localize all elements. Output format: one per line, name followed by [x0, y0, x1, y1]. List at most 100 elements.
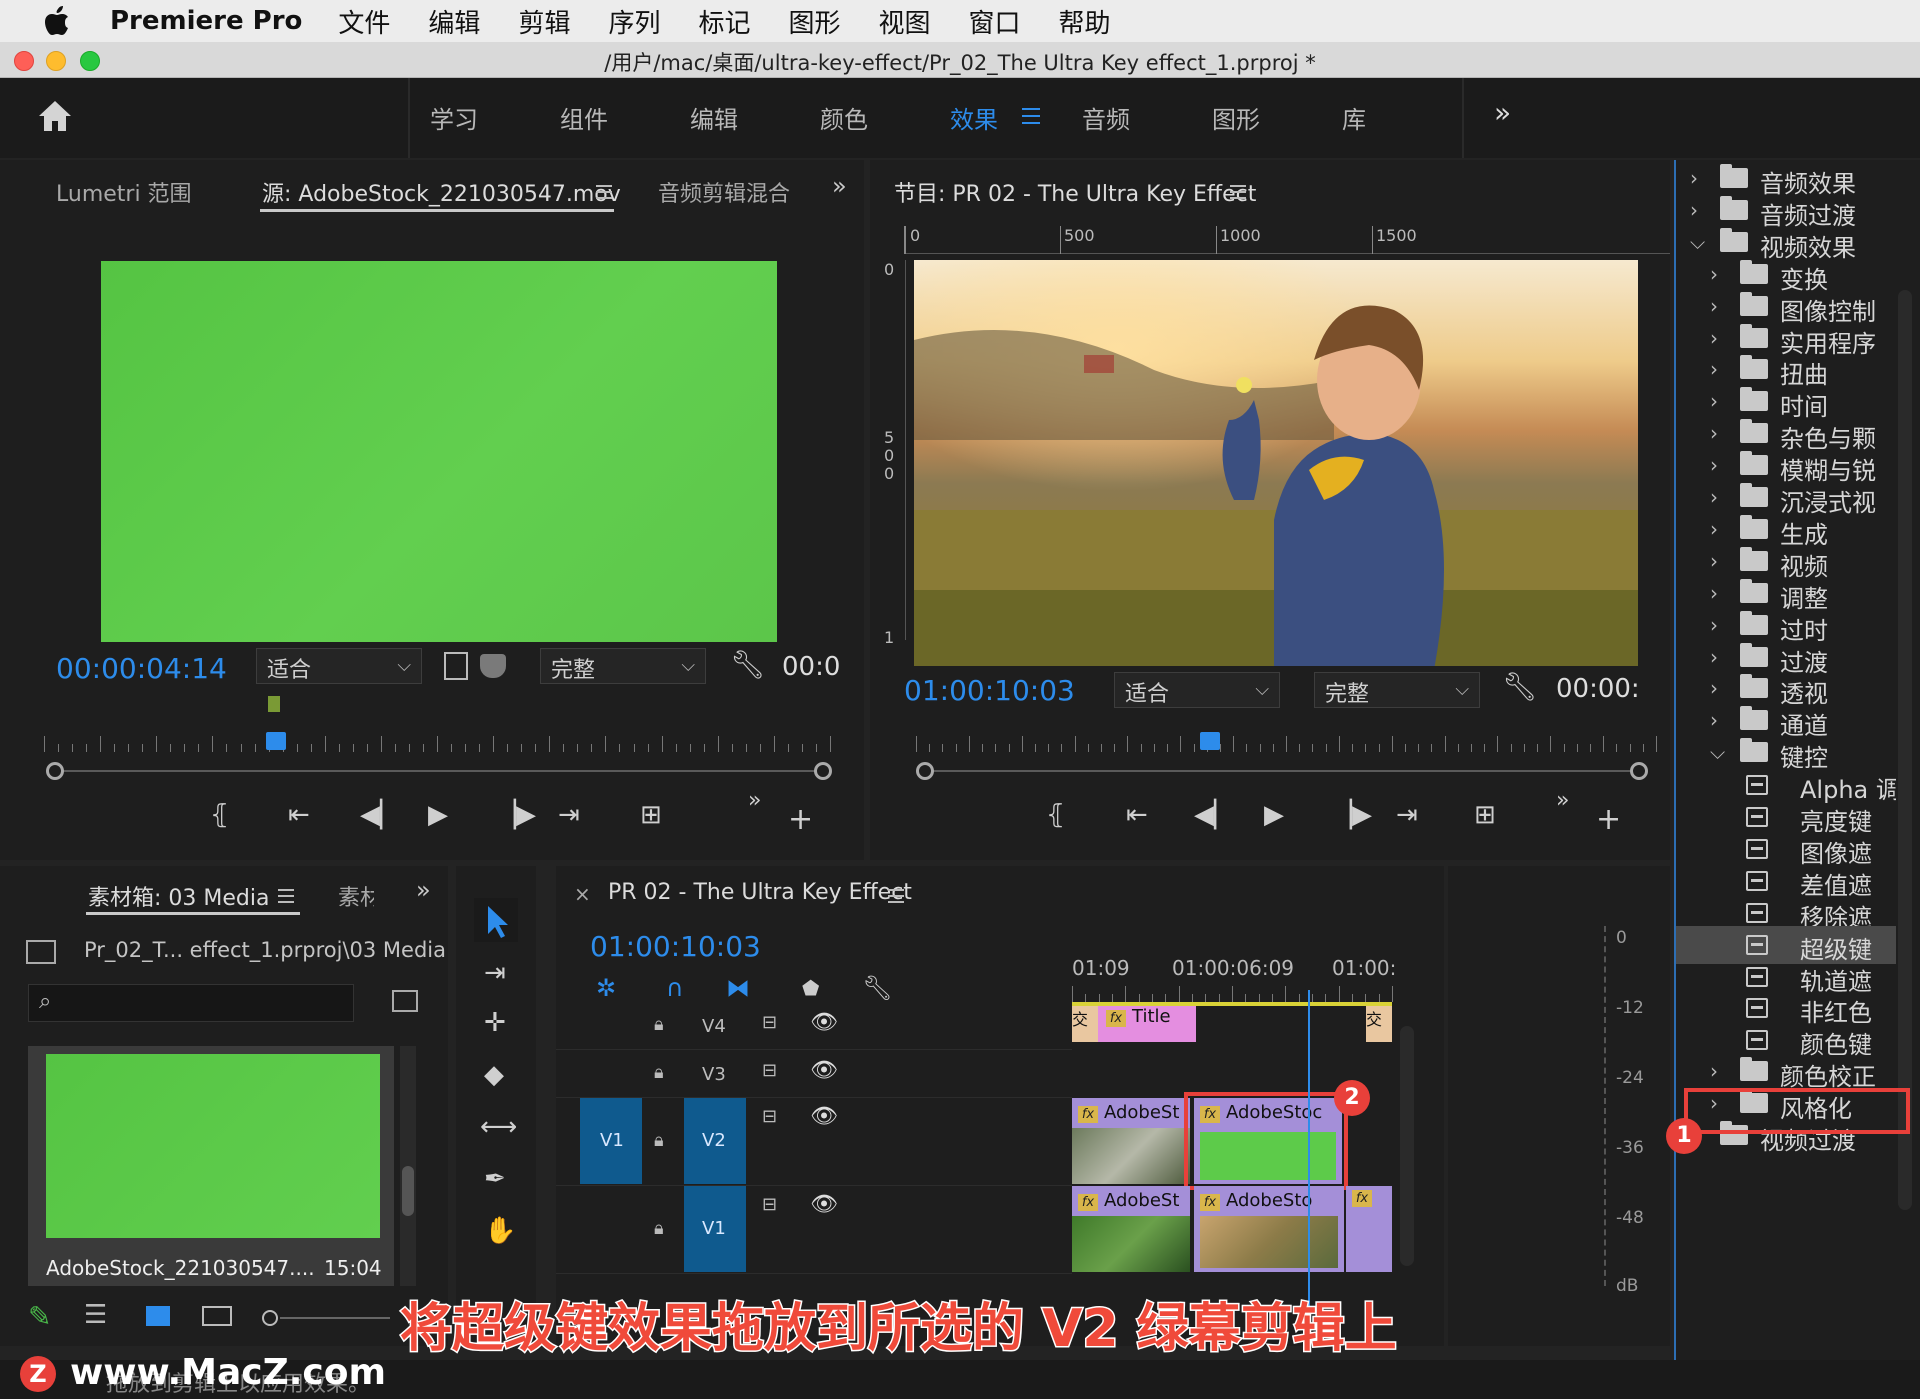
list-view-icon[interactable]: ☰	[84, 1300, 107, 1330]
bin-up-icon[interactable]	[26, 940, 56, 964]
play-icon[interactable]: ▶	[1264, 800, 1284, 830]
chevron-right-icon[interactable]: ›	[1710, 708, 1718, 732]
zoom-handle-left[interactable]	[46, 762, 64, 780]
workspace-menu-icon[interactable]	[1022, 108, 1040, 128]
track-select-tool-icon[interactable]: ⇥	[484, 958, 506, 988]
media-thumbnail-card[interactable]: AdobeStock_221030547.... 15:04	[28, 1046, 394, 1286]
chevron-down-icon[interactable]: ⌵	[1710, 740, 1725, 764]
chevron-right-icon[interactable]: ›	[1690, 198, 1698, 222]
v2-clip-a[interactable]: fx AdobeSt	[1072, 1098, 1190, 1184]
timeline-ruler[interactable]	[1072, 986, 1393, 1002]
app-name-menu[interactable]: Premiere Pro	[110, 6, 302, 36]
pen-tool-icon[interactable]: ✒	[484, 1164, 506, 1194]
new-search-bin-icon[interactable]	[392, 990, 418, 1012]
wrench-icon[interactable]: 🔧︎	[730, 648, 766, 681]
menu-file[interactable]: 文件	[338, 3, 390, 40]
step-forward-icon[interactable]: ▕▶	[1332, 800, 1372, 830]
nest-sequence-icon[interactable]: ✲	[596, 974, 616, 1002]
menu-sequence[interactable]: 序列	[608, 3, 660, 40]
hand-tool-icon[interactable]: ✋	[484, 1216, 516, 1246]
chevron-right-icon[interactable]: ›	[1710, 294, 1718, 318]
source-time-ruler[interactable]	[44, 736, 831, 756]
menu-markers[interactable]: 标记	[698, 3, 750, 40]
go-to-in-icon[interactable]: ⇤	[1126, 800, 1148, 830]
razor-tool-icon[interactable]: ◆	[484, 1060, 504, 1090]
workspace-assembly[interactable]: 组件	[560, 100, 608, 135]
timeline-vertical-scrollbar[interactable]	[1400, 1026, 1414, 1266]
workspace-learn[interactable]: 学习	[430, 100, 478, 135]
program-playhead[interactable]	[1199, 732, 1220, 750]
home-icon[interactable]	[36, 98, 74, 138]
transition-clip[interactable]: 交	[1072, 1006, 1098, 1042]
eye-icon[interactable]: 👁︎	[810, 1192, 838, 1217]
chevron-right-icon[interactable]: ›	[1710, 485, 1718, 509]
ripple-edit-tool-icon[interactable]: ✛	[484, 1008, 506, 1038]
menu-view[interactable]: 视图	[879, 3, 931, 40]
chevron-right-icon[interactable]: ›	[1710, 645, 1718, 669]
workspace-editing[interactable]: 编辑	[690, 100, 738, 135]
sync-lock-icon[interactable]: ⊟	[762, 1060, 777, 1081]
panel-menu-icon[interactable]	[596, 184, 612, 203]
workspace-color[interactable]: 颜色	[820, 100, 868, 135]
menu-clip[interactable]: 剪辑	[518, 3, 570, 40]
mark-in-icon[interactable]: ⦃	[1046, 800, 1065, 830]
timeline-settings-icon[interactable]: 🔧︎	[862, 974, 892, 1002]
search-input[interactable]: ⌕	[28, 984, 354, 1022]
workspaces-overflow-icon[interactable]: »	[1494, 96, 1511, 129]
selection-tool-icon[interactable]	[474, 898, 518, 942]
chevron-right-icon[interactable]: ›	[1710, 326, 1718, 350]
panels-overflow-icon[interactable]: »	[832, 172, 847, 200]
panels-overflow-icon[interactable]: »	[416, 876, 431, 904]
eye-icon[interactable]: 👁︎	[810, 1104, 838, 1129]
workspace-graphics[interactable]: 图形	[1212, 100, 1260, 135]
workspace-libraries[interactable]: 库	[1342, 100, 1366, 135]
zoom-handle-left[interactable]	[916, 762, 934, 780]
chevron-right-icon[interactable]: ›	[1710, 549, 1718, 573]
controls-overflow-icon[interactable]: »	[1556, 788, 1569, 813]
program-timecode[interactable]: 01:00:10:03	[904, 674, 1075, 707]
lock-icon[interactable]: 🔒︎	[654, 1130, 664, 1151]
source-zoom-bar[interactable]	[54, 770, 824, 772]
v1-clip-b[interactable]: fx AdobeSto	[1194, 1186, 1344, 1272]
step-back-icon[interactable]: ◀▏	[1194, 800, 1234, 830]
zoom-window-button[interactable]	[80, 51, 100, 71]
program-monitor-title[interactable]: 节目: PR 02 - The Ultra Key Effect	[894, 176, 1256, 208]
eye-icon[interactable]: 👁︎	[810, 1058, 838, 1083]
drag-video-icon[interactable]	[480, 654, 506, 678]
effects-scrollbar[interactable]	[1898, 290, 1912, 1210]
chevron-right-icon[interactable]: ›	[1710, 613, 1718, 637]
minimize-window-button[interactable]	[46, 51, 66, 71]
menu-help[interactable]: 帮助	[1059, 3, 1111, 40]
chevron-down-icon[interactable]: ⌵	[1690, 230, 1705, 254]
controls-overflow-icon[interactable]: »	[748, 788, 761, 813]
source-timecode[interactable]: 00:00:04:14	[56, 652, 227, 685]
v1-clip-c[interactable]: fx	[1346, 1186, 1392, 1272]
step-forward-icon[interactable]: ▕▶	[496, 800, 536, 830]
transition-clip[interactable]: 交	[1366, 1006, 1392, 1042]
track-target-v1[interactable]: V1	[684, 1186, 746, 1272]
chevron-right-icon[interactable]: ›	[1710, 389, 1718, 413]
workspace-effects[interactable]: 效果	[950, 100, 998, 135]
chevron-right-icon[interactable]: ›	[1690, 166, 1698, 190]
track-target-v2[interactable]: V2	[684, 1098, 746, 1184]
zoom-handle-right[interactable]	[814, 762, 832, 780]
workspace-audio[interactable]: 音频	[1082, 100, 1130, 135]
chevron-right-icon[interactable]: ›	[1710, 357, 1718, 381]
panel-menu-icon[interactable]	[1230, 184, 1246, 203]
close-window-button[interactable]	[14, 51, 34, 71]
slip-tool-icon[interactable]: ⟷	[480, 1112, 517, 1142]
source-patch-v1[interactable]: V1	[580, 1098, 642, 1184]
menu-edit[interactable]: 编辑	[428, 3, 480, 40]
panel-menu-icon[interactable]	[278, 888, 294, 907]
panel-menu-icon[interactable]	[888, 888, 904, 907]
chevron-right-icon[interactable]: ›	[1710, 517, 1718, 541]
v1-clip-a[interactable]: fx AdobeSt	[1072, 1186, 1190, 1272]
source-zoom-select[interactable]: 适合 ⌵	[256, 648, 422, 684]
zoom-slider[interactable]	[280, 1317, 390, 1319]
timeline-timecode[interactable]: 01:00:10:03	[590, 930, 761, 963]
vertical-scrollbar[interactable]	[400, 1046, 416, 1286]
pencil-icon[interactable]: ✎	[28, 1300, 51, 1333]
sync-lock-icon[interactable]: ⊟	[762, 1012, 777, 1033]
chevron-right-icon[interactable]: ›	[1710, 262, 1718, 286]
film-strip-icon[interactable]	[444, 652, 468, 680]
